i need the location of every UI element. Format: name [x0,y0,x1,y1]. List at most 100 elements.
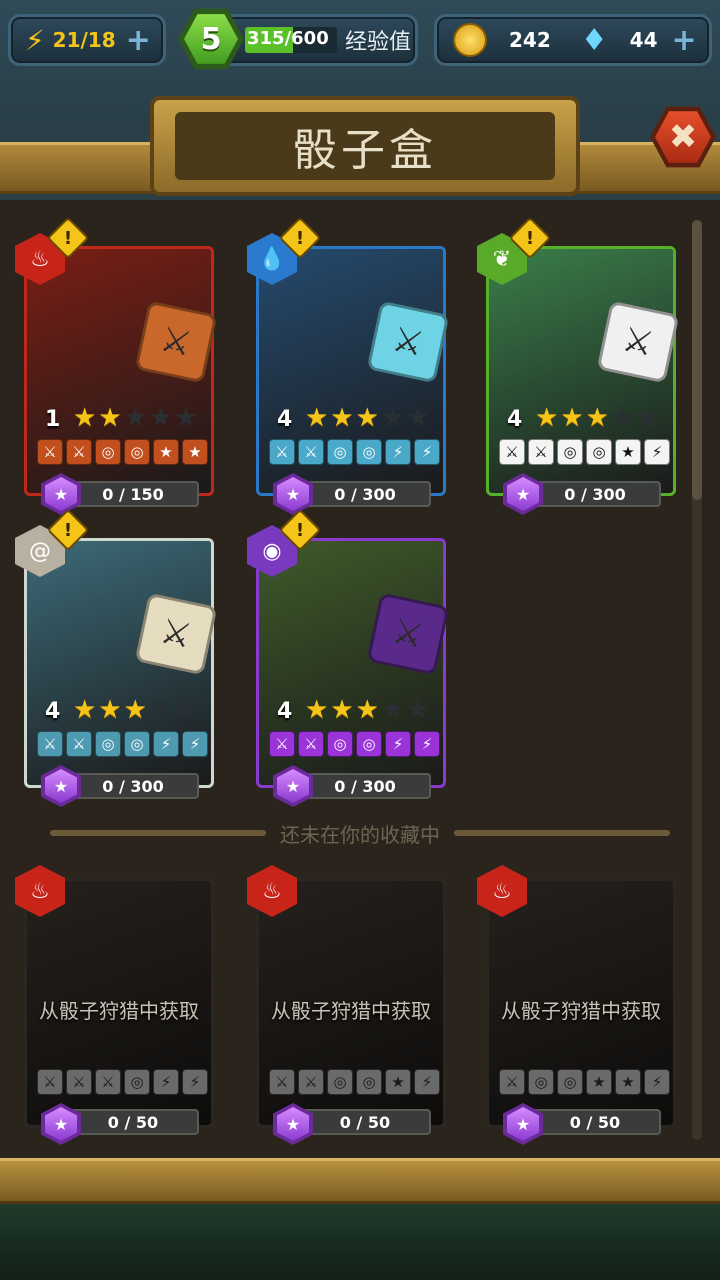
dice-face-icon: ◎ [327,1069,353,1095]
star-rating: ★ ★ ★ ★ ★ [305,695,430,725]
star-icon: ★ [174,695,198,725]
star-icon: ★ [560,403,584,433]
scrollbar[interactable] [692,220,702,1140]
dice-face-icon: ⚡ [385,439,411,465]
dice-face-icon: ★ [182,439,208,465]
dice-card[interactable]: ⚔ @! 4 ★ ★ ★ ★ ★ ⚔ ⚔ ◎ ◎ ⚡ ⚡ 0 / 300 ★ [15,508,218,807]
card-progress: 0 / 150 [67,481,199,507]
dice-level: 4 [507,407,523,432]
bottom-background [0,1204,720,1280]
star-icon: ★ [585,403,609,433]
dice-face-icon: ⚔ [66,1069,92,1095]
xp-value: 315/600 [247,28,329,49]
dice-face-icon: ★ [385,1069,411,1095]
dice-faces: ⚔ ⚔ ◎ ◎ ★ ⚡ [499,439,670,465]
energy-value: 21/18 [52,28,116,52]
star-icon: ★ [636,403,660,433]
dice-face-icon: ◎ [124,1069,150,1095]
scrollbar-thumb[interactable] [692,220,702,500]
dice-level: 4 [45,699,61,724]
coins-value: 242 [509,28,551,52]
card-progress: 0 / 300 [67,773,199,799]
add-gems-button[interactable]: + [672,23,697,58]
dice-card[interactable]: ⚔ ♨! 1 ★ ★ ★ ★ ★ ⚔ ⚔ ◎ ◎ ★ ★ 0 / 150 ★ [15,216,218,515]
star-icon: ★ [406,403,430,433]
diamond-icon: ♦ [580,22,608,58]
gem-star-icon: ★ [507,1107,539,1141]
dice-face-icon: ⚔ [37,731,63,757]
dice-faces: ⚔ ⚔ ⚔ ◎ ⚡ ⚡ [37,1069,208,1095]
locked-dice-card[interactable]: ♨ 从骰子狩猎中获取 ⚔ ⚔ ⚔ ◎ ⚡ ⚡ 0 / 50 ★ [15,865,214,1145]
card-progress: 0 / 300 [299,481,431,507]
star-icon: ★ [148,403,173,433]
dice-face-icon: ◎ [356,1069,382,1095]
lightning-icon: ⚡ [25,23,45,57]
dice-face-icon: ◎ [327,439,353,465]
unlock-hint: 从骰子狩猎中获取 [39,999,199,1023]
dice-face-icon: ⚡ [182,1069,208,1095]
uncollected-divider: 还未在你的收藏中 [50,820,670,847]
currency-panel: 242 ♦ 44 + [434,14,712,66]
gem-star-icon: ★ [45,477,77,511]
warning-mark: ! [525,227,535,249]
card-progress: 0 / 50 [67,1109,199,1135]
star-rating: ★ ★ ★ ★ ★ [305,403,430,433]
dice-face-icon: ★ [615,439,641,465]
star-rating: ★ ★ ★ ★ ★ [73,403,198,433]
star-icon: ★ [123,403,147,433]
dice-face-icon: ◎ [528,1069,554,1095]
dice-face-icon: ⚔ [298,1069,324,1095]
star-icon: ★ [98,695,122,725]
dice-faces: ⚔ ◎ ◎ ★ ★ ⚡ [499,1069,670,1095]
dice-face-icon: ⚔ [66,731,92,757]
title-frame: 骰子盒 [150,96,580,196]
dice-face-icon: ⚔ [269,439,295,465]
star-icon: ★ [73,695,97,725]
gem-star-icon: ★ [277,769,309,803]
add-energy-button[interactable]: + [126,23,151,58]
star-icon: ★ [610,403,635,433]
player-level-value: 5 [184,14,238,64]
locked-dice-card[interactable]: ♨ 从骰子狩猎中获取 ⚔ ⚔ ◎ ◎ ★ ⚡ 0 / 50 ★ [247,865,446,1145]
warning-mark: ! [295,519,305,541]
bottom-wood-frame [0,1158,720,1204]
dice-face-icon: ⚔ [269,731,295,757]
warning-mark: ! [63,519,73,541]
card-progress: 0 / 300 [299,773,431,799]
dice-face-icon: ⚡ [385,731,411,757]
star-icon: ★ [73,403,97,433]
dice-card[interactable]: ⚔ 💧! 4 ★ ★ ★ ★ ★ ⚔ ⚔ ◎ ◎ ⚡ ⚡ 0 / 300 ★ [247,216,450,515]
dice-face-icon: ⚡ [644,1069,670,1095]
dice-faces: ⚔ ⚔ ◎ ◎ ⚡ ⚡ [269,731,440,757]
dice-cube: ⚔ [134,592,218,676]
dice-face-icon: ◎ [124,439,150,465]
divider-text: 还未在你的收藏中 [280,822,440,847]
star-icon: ★ [380,695,405,725]
dice-face-icon: ⚔ [499,1069,525,1095]
star-icon: ★ [406,695,430,725]
dice-face-icon: ★ [615,1069,641,1095]
dice-face-icon: ◎ [586,439,612,465]
dice-level: 1 [45,407,61,432]
dice-card[interactable]: ⚔ ◉! 4 ★ ★ ★ ★ ★ ⚔ ⚔ ◎ ◎ ⚡ ⚡ 0 / 300 ★ [247,508,450,807]
star-rating: ★ ★ ★ ★ ★ [535,403,660,433]
dice-cube: ⚔ [366,300,450,384]
gem-star-icon: ★ [507,477,539,511]
dice-face-icon: ⚡ [414,731,440,757]
dice-face-icon: ⚡ [182,731,208,757]
dice-face-icon: ⚔ [298,731,324,757]
dice-face-icon: ⚡ [153,731,179,757]
dice-faces: ⚔ ⚔ ◎ ◎ ★ ★ [37,439,208,465]
energy-counter[interactable]: ⚡ 21/18 + [8,14,166,66]
dice-face-icon: ⚡ [153,1069,179,1095]
locked-dice-card[interactable]: ♨ 从骰子狩猎中获取 ⚔ ◎ ◎ ★ ★ ⚡ 0 / 50 ★ [477,865,676,1145]
dice-face-icon: ⚔ [95,1069,121,1095]
coin-icon [453,23,487,57]
gem-star-icon: ★ [277,477,309,511]
gem-star-icon: ★ [45,1107,77,1141]
dice-faces: ⚔ ⚔ ◎ ◎ ⚡ ⚡ [37,731,208,757]
gem-star-icon: ★ [277,1107,309,1141]
dice-level: 4 [277,699,293,724]
dice-face-icon: ◎ [557,1069,583,1095]
dice-card[interactable]: ⚔ ❦! 4 ★ ★ ★ ★ ★ ⚔ ⚔ ◎ ◎ ★ ⚡ 0 / 300 ★ [477,216,680,515]
